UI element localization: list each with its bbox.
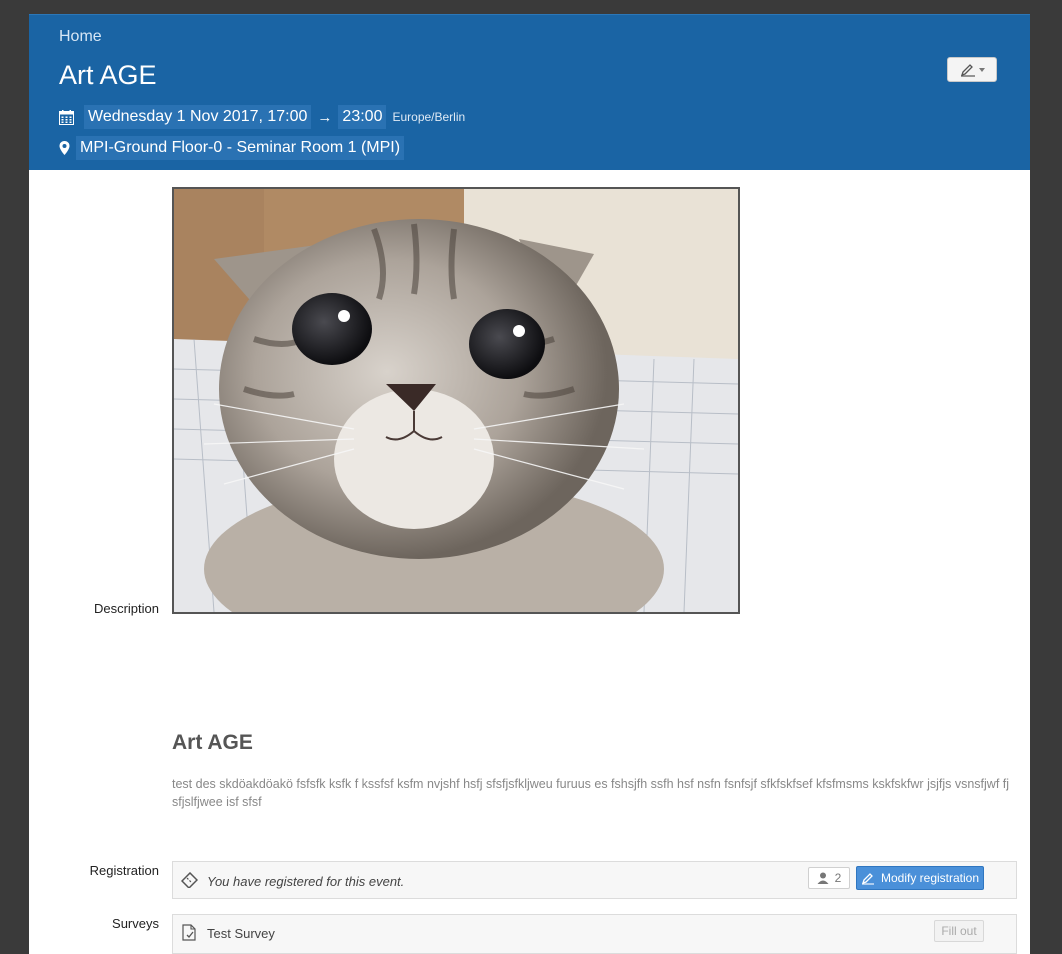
ticket-icon bbox=[181, 872, 198, 888]
modify-registration-label: Modify registration bbox=[880, 871, 980, 885]
pencil-icon bbox=[861, 872, 875, 885]
surveys-label: Surveys bbox=[112, 916, 159, 931]
calendar-icon bbox=[59, 109, 74, 125]
date-row: Wednesday 1 Nov 2017, 17:00 → 23:00 Euro… bbox=[59, 104, 465, 130]
pencil-icon bbox=[960, 63, 976, 77]
survey-name[interactable]: Test Survey bbox=[207, 926, 275, 941]
fill-out-button[interactable]: Fill out bbox=[934, 920, 984, 942]
breadcrumb-home[interactable]: Home bbox=[59, 28, 102, 46]
location-row: MPI-Ground Floor-0 - Seminar Room 1 (MPI… bbox=[59, 136, 405, 160]
registration-box: You have registered for this event. 2 Mo… bbox=[172, 861, 1017, 899]
registration-label: Registration bbox=[89, 863, 159, 878]
survey-icon bbox=[182, 924, 197, 941]
kitten-photo bbox=[172, 187, 740, 614]
edit-menu-button[interactable] bbox=[947, 57, 997, 82]
map-pin-icon bbox=[59, 140, 70, 156]
chevron-down-icon bbox=[978, 67, 985, 72]
page: Home Art AGE Wednesday 1 Nov 2017, 17:00… bbox=[29, 14, 1030, 954]
event-location[interactable]: MPI-Ground Floor-0 - Seminar Room 1 (MPI… bbox=[76, 136, 405, 160]
event-header: Home Art AGE Wednesday 1 Nov 2017, 17:00… bbox=[29, 14, 1030, 170]
user-icon bbox=[817, 872, 829, 884]
date-arrow: → bbox=[317, 108, 333, 126]
event-start-date: Wednesday 1 Nov 2017, 17:00 bbox=[84, 105, 312, 129]
modify-registration-button[interactable]: Modify registration bbox=[856, 866, 984, 890]
timezone-label: Europe/Berlin bbox=[392, 110, 466, 124]
description-text: test des skdöakdöakö fsfsfk ksfk f kssfs… bbox=[172, 777, 1010, 809]
registration-count: 2 bbox=[834, 871, 842, 885]
registration-status-text: You have registered for this event. bbox=[207, 874, 405, 889]
registration-count-badge: 2 bbox=[808, 867, 850, 889]
event-end-time: 23:00 bbox=[338, 105, 387, 129]
description-label: Description bbox=[93, 601, 159, 616]
description-heading: Art AGE bbox=[172, 731, 253, 754]
page-title: Art AGE bbox=[59, 60, 157, 90]
surveys-box: Test Survey Fill out bbox=[172, 914, 1017, 954]
